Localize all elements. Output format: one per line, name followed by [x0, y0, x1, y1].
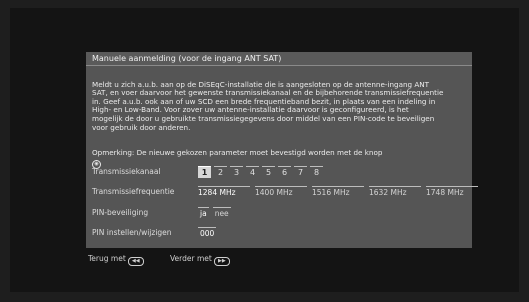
- rewind-icon: ◀◀: [127, 257, 144, 266]
- pin-option-yes[interactable]: ja: [198, 207, 209, 219]
- pin-code-field[interactable]: 000: [198, 227, 217, 239]
- dialog-description: Meldt u zich a.u.b. aan op de DiSEqC-ins…: [92, 72, 468, 169]
- pin-option-no[interactable]: nee: [212, 207, 231, 219]
- channel-option[interactable]: 4: [246, 166, 259, 178]
- manual-registration-dialog: Manuele aanmelding (voor de ingang ANT S…: [86, 52, 478, 248]
- channel-option[interactable]: 3: [230, 166, 243, 178]
- channel-option[interactable]: 7: [294, 166, 307, 178]
- frequency-option[interactable]: 1400 MHz: [255, 186, 307, 198]
- footer-bar: Terug met ◀◀ Verder met ▶▶: [86, 252, 472, 266]
- pin-protection-selector: ja nee: [198, 207, 235, 219]
- frequency-option[interactable]: 1284 MHz: [198, 186, 250, 198]
- note-text: Opmerking: De nieuwe gekozen parameter m…: [92, 148, 383, 158]
- next-label: Verder met: [170, 254, 212, 263]
- channel-option[interactable]: 1: [198, 166, 211, 178]
- frequency-selector: 1284 MHz 1400 MHz 1516 MHz 1632 MHz 1748…: [198, 186, 483, 198]
- description-text: Meldt u zich a.u.b. aan op de DiSEqC-ins…: [92, 79, 444, 132]
- dialog-title: Manuele aanmelding (voor de ingang ANT S…: [86, 52, 472, 66]
- channel-selector: 1 2 3 4 5 6 7 8: [198, 166, 326, 178]
- forward-icon: ▶▶: [213, 257, 230, 266]
- pin-protection-label: PIN-beveiliging: [92, 208, 149, 217]
- channel-option[interactable]: 6: [278, 166, 291, 178]
- next-button[interactable]: Verder met ▶▶: [170, 252, 230, 266]
- frequency-option[interactable]: 1748 MHz: [426, 186, 478, 198]
- pin-change-label: PIN instellen/wijzigen: [92, 228, 172, 237]
- back-label: Terug met: [88, 254, 126, 263]
- channel-option[interactable]: 5: [262, 166, 275, 178]
- frequency-option[interactable]: 1632 MHz: [369, 186, 421, 198]
- channel-label: Transmissiekanaal: [92, 167, 161, 176]
- channel-option[interactable]: 2: [214, 166, 227, 178]
- frequency-option[interactable]: 1516 MHz: [312, 186, 364, 198]
- back-button[interactable]: Terug met ◀◀: [88, 252, 144, 266]
- channel-option[interactable]: 8: [310, 166, 323, 178]
- frequency-label: Transmissiefrequentie: [92, 187, 175, 196]
